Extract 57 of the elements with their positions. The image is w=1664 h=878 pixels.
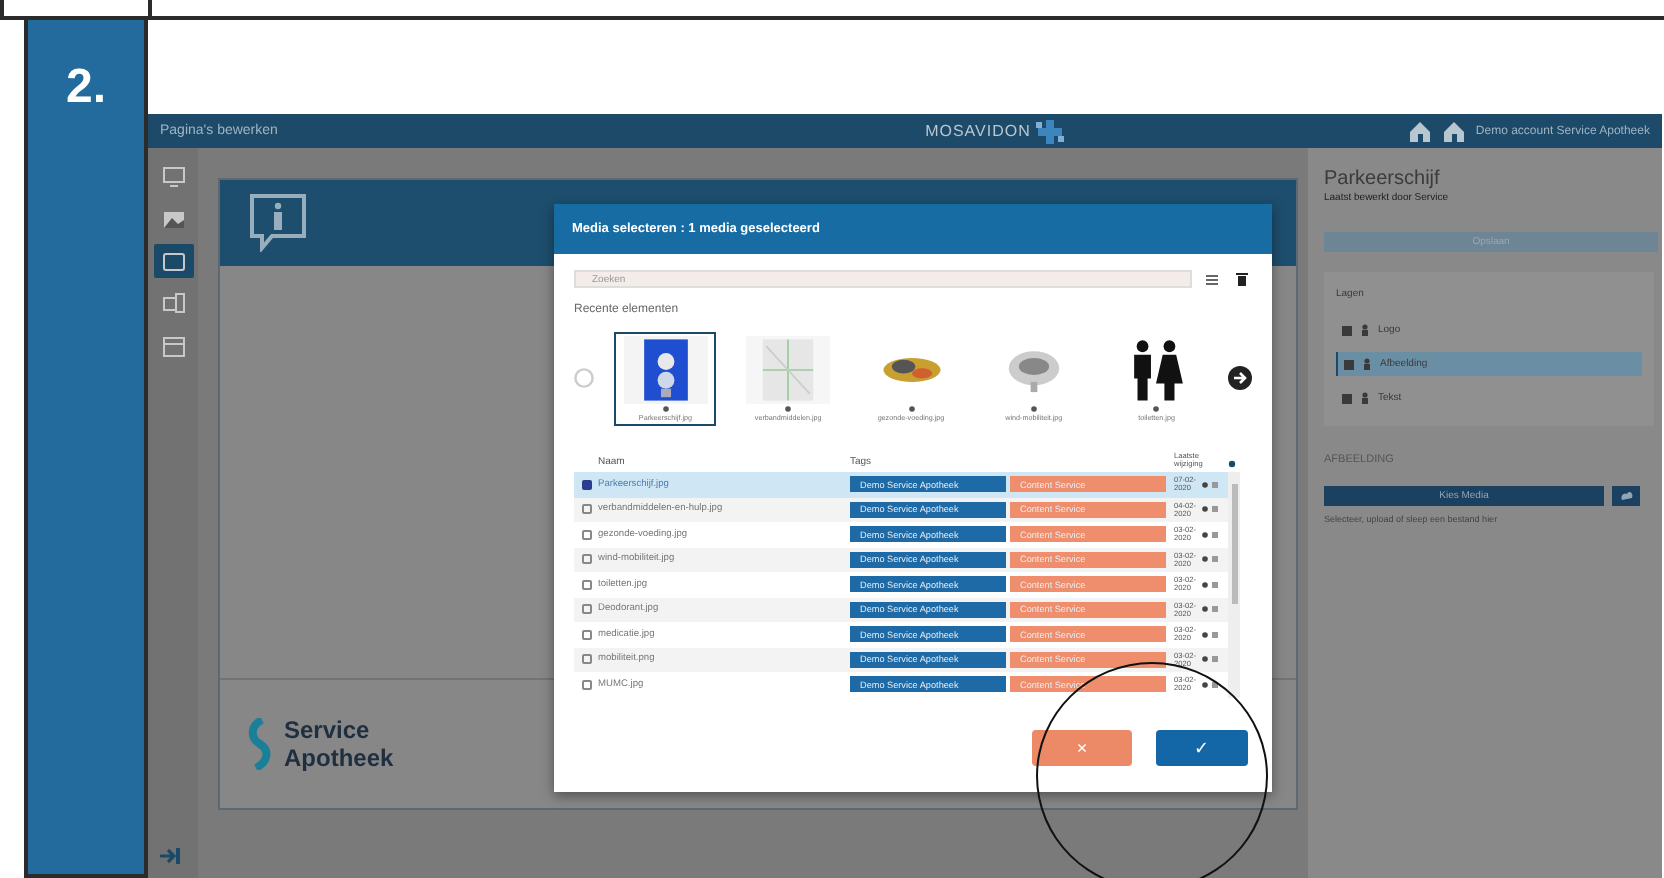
list-view-button[interactable] [1202,270,1222,288]
layer-icon [1360,392,1370,404]
drag-icon[interactable] [1342,325,1352,335]
logout-icon[interactable] [158,846,182,866]
monitor-icon [161,165,185,189]
eye-icon[interactable] [1202,581,1208,588]
cloud-upload-icon [1619,490,1633,502]
eye-icon[interactable] [1202,681,1208,688]
tablet-icon [161,249,185,273]
checkbox[interactable] [581,479,591,490]
logo-icon [244,718,272,770]
image-icon [161,207,185,231]
drag-icon[interactable] [1342,393,1352,403]
brand-logo-text: Service Apotheek [284,716,394,772]
confirm-button[interactable]: ✓ [1156,729,1248,765]
checkbox[interactable] [581,629,591,640]
eye-icon[interactable] [1202,556,1208,563]
checkbox[interactable] [581,654,591,665]
eye-icon[interactable] [907,405,915,411]
eye-icon[interactable] [1202,506,1208,513]
next-button[interactable] [1227,366,1252,390]
home-icon[interactable] [1441,119,1466,143]
home-icon[interactable] [1407,119,1432,143]
eye-icon[interactable] [784,405,793,411]
eye-icon[interactable] [1202,531,1208,538]
eye-icon[interactable] [661,405,670,411]
checkbox[interactable] [581,604,591,615]
eye-icon[interactable] [1152,405,1161,411]
cancel-button[interactable]: × [1032,729,1132,765]
trash-icon[interactable] [1212,681,1218,688]
upload-button[interactable] [1612,486,1640,506]
scrollbar[interactable] [1228,472,1240,697]
eye-icon[interactable] [1202,656,1208,663]
eye-icon[interactable] [1202,481,1208,488]
checkbox[interactable] [581,554,591,565]
info-icon [248,192,308,252]
eye-icon[interactable] [1202,631,1208,638]
dot-icon [1228,460,1236,468]
eye-icon[interactable] [1029,405,1038,411]
layer-icon [1360,324,1370,336]
panel-title: Parkeerschijf [1324,168,1442,190]
eye-icon[interactable] [1202,606,1208,613]
checkbox[interactable] [581,529,591,540]
trash-icon [1236,272,1248,286]
devices-icon [161,291,185,315]
delete-button[interactable] [1232,270,1252,288]
sidebar-item[interactable] [153,244,193,278]
calendar-icon [161,333,185,357]
checkbox[interactable] [581,504,591,515]
layer-icon [1362,358,1372,370]
drag-icon[interactable] [1344,359,1354,369]
checkbox[interactable] [581,679,591,690]
list-icon [1206,273,1218,285]
brand-name: MOSAVIDON [925,122,1031,140]
logo-icon [1036,119,1065,143]
checkbox[interactable] [581,579,591,590]
step-number: 2. [65,60,106,116]
